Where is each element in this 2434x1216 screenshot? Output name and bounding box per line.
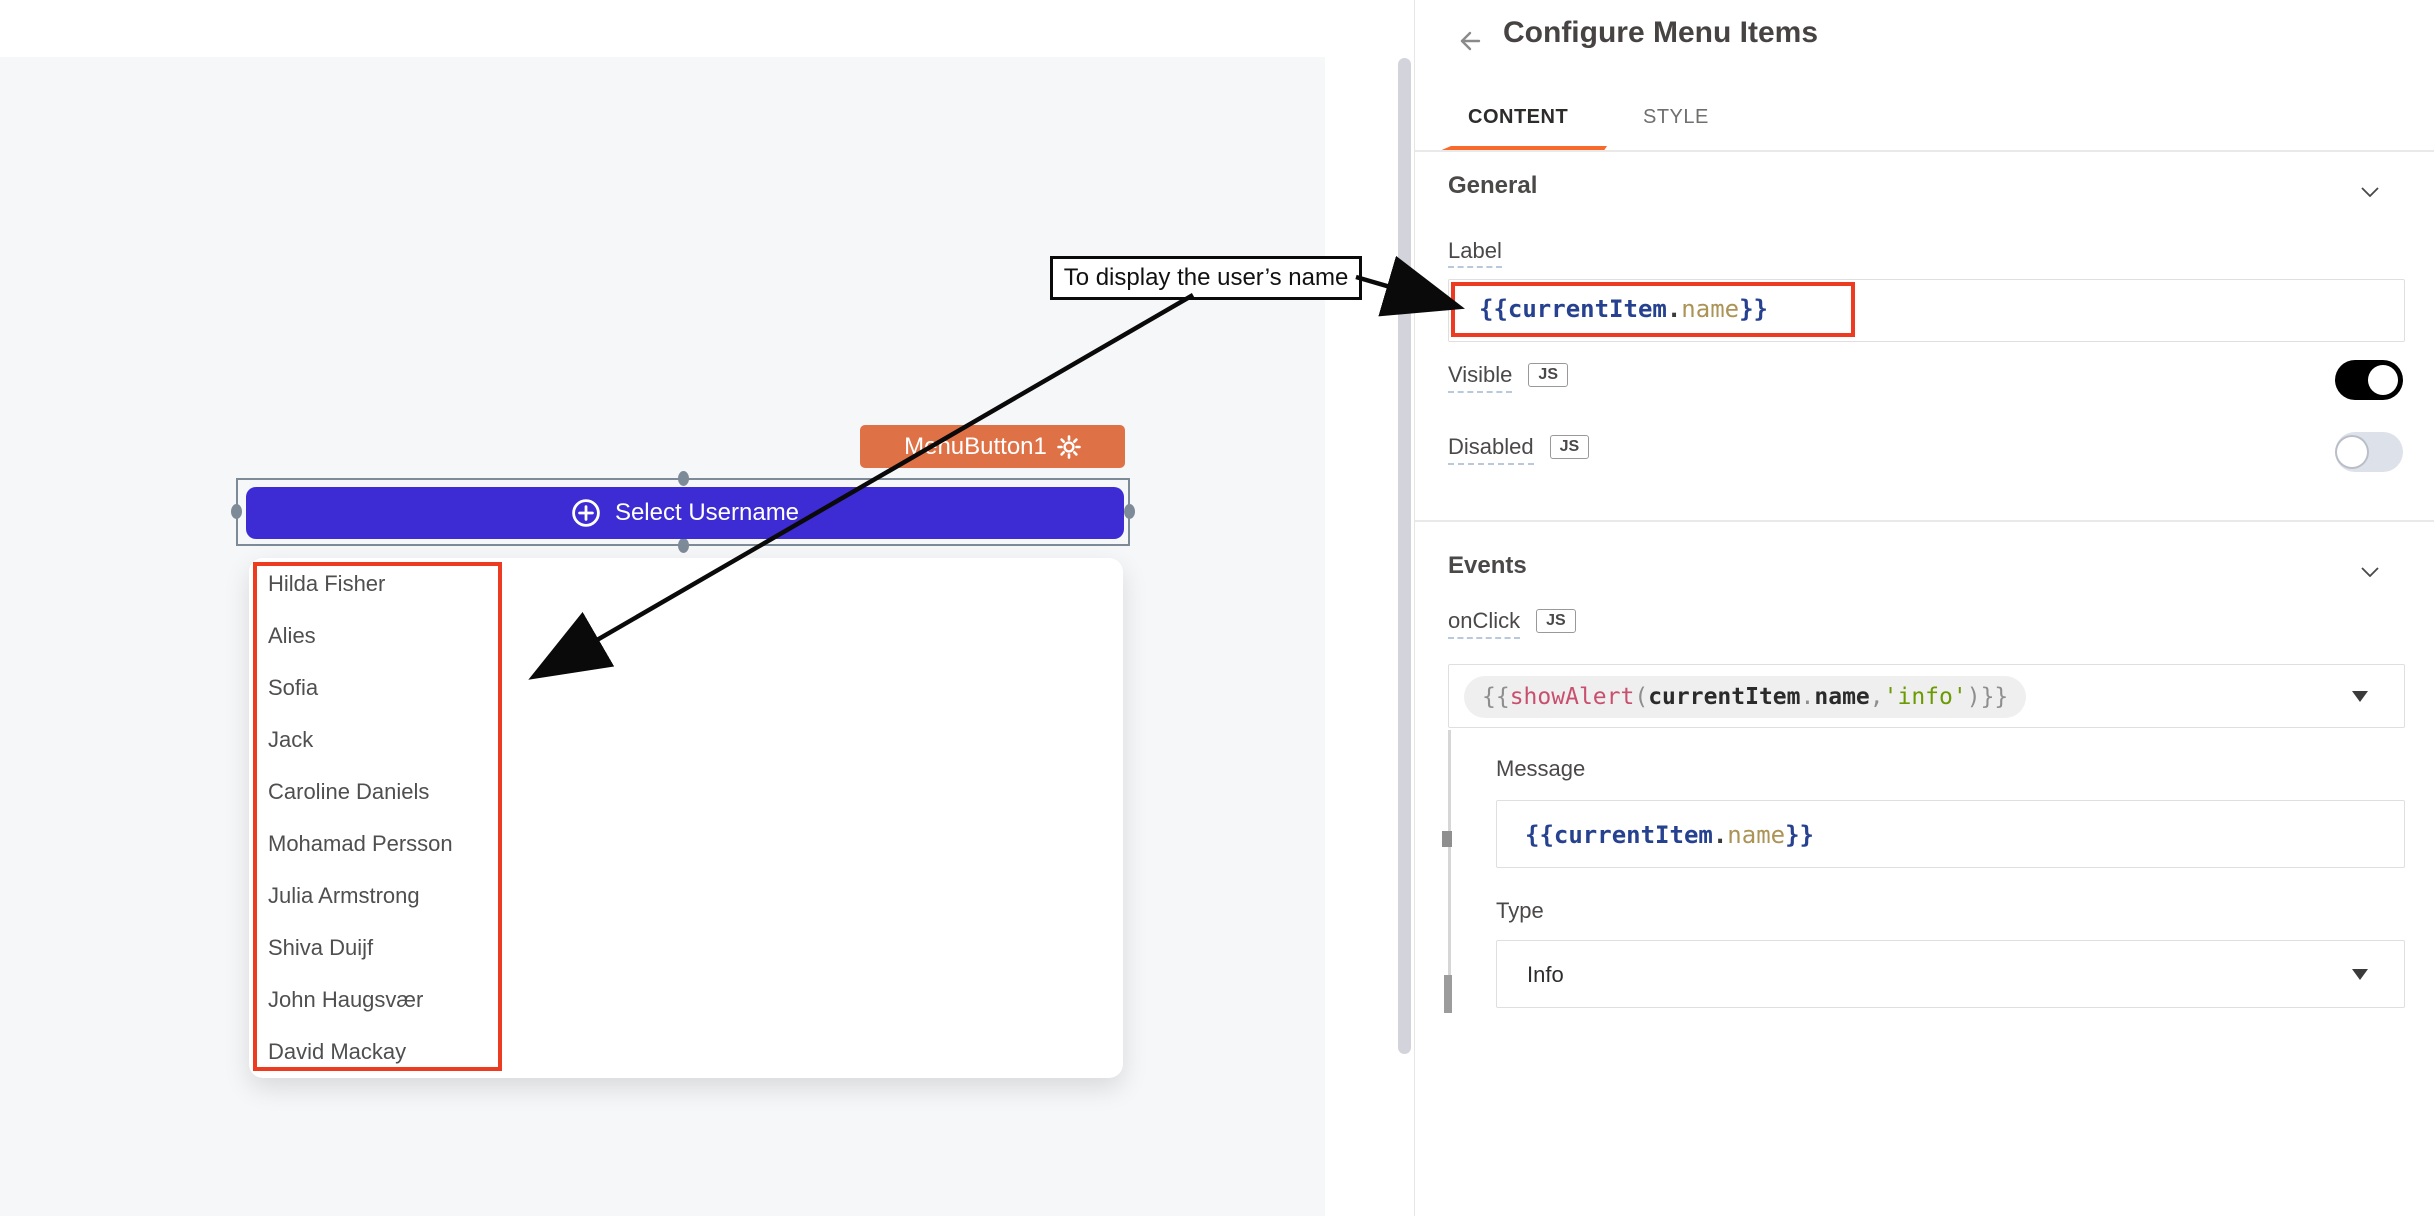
menu-button-label: Select Username (615, 499, 799, 527)
disabled-label: Disabled (1448, 434, 1534, 465)
label-field-caption: Label (1448, 238, 1502, 264)
menu-item[interactable]: Jack (268, 714, 498, 766)
dropdown-caret-icon (2352, 691, 2368, 702)
menu-dropdown-panel: Hilda Fisher Alies Sofia Jack Caroline D… (249, 558, 1123, 1078)
disabled-switch[interactable] (2335, 432, 2403, 472)
visible-row: Visible JS (1448, 362, 1568, 393)
menu-item[interactable]: Caroline Daniels (268, 766, 498, 818)
disabled-row: Disabled JS (1448, 434, 1589, 465)
plus-circle-icon (571, 498, 601, 528)
menu-item[interactable]: John Haugsvær (268, 974, 498, 1026)
menu-item[interactable]: Sofia (268, 662, 498, 714)
widget-name-badge[interactable]: MenuButton1 (860, 425, 1125, 468)
menu-item[interactable]: Hilda Fisher (268, 558, 498, 610)
chevron-down-icon[interactable] (2361, 184, 2379, 194)
menu-item[interactable]: David Mackay (268, 1026, 498, 1078)
onclick-js-toggle[interactable]: JS (1536, 609, 1576, 633)
type-label: Type (1496, 898, 1544, 924)
gear-icon[interactable] (1057, 435, 1081, 459)
visible-js-toggle[interactable]: JS (1528, 363, 1568, 387)
menu-item[interactable]: Shiva Duijf (268, 922, 498, 974)
visible-switch[interactable] (2335, 360, 2403, 400)
indent-handle (1442, 831, 1452, 847)
disabled-js-toggle[interactable]: JS (1550, 435, 1590, 459)
back-arrow-icon (1453, 25, 1485, 57)
onclick-action-value: {{showAlert(currentItem.name,'info')}} (1464, 676, 2026, 718)
back-button[interactable] (1449, 22, 1489, 60)
indent-handle (1444, 975, 1452, 1013)
onclick-action-select[interactable]: {{showAlert(currentItem.name,'info')}} (1448, 664, 2405, 728)
message-input[interactable]: {{currentItem.name}} (1496, 800, 2405, 868)
message-label: Message (1496, 756, 1585, 782)
section-general: General (1448, 172, 1537, 200)
select-username-button[interactable]: Select Username (246, 487, 1124, 539)
tab-style[interactable]: STYLE (1643, 106, 1709, 129)
resize-handle-bottom[interactable] (678, 538, 689, 553)
type-value: Info (1527, 941, 1564, 1009)
menu-item[interactable]: Mohamad Persson (268, 818, 498, 870)
annotation-text: To display the user’s name (1064, 264, 1349, 292)
tabs-divider (1415, 150, 2434, 152)
panel-title: Configure Menu Items (1503, 16, 1818, 50)
visible-label: Visible (1448, 362, 1512, 393)
type-select[interactable]: Info (1496, 940, 2405, 1008)
resize-handle-left[interactable] (231, 504, 242, 519)
widget-name-label: MenuButton1 (904, 433, 1047, 461)
annotation-box: To display the user’s name (1050, 256, 1362, 300)
menu-item[interactable]: Julia Armstrong (268, 870, 498, 922)
property-panel: Configure Menu Items CONTENT STYLE Gener… (1414, 0, 2434, 1216)
resize-handle-right[interactable] (1124, 504, 1135, 519)
switch-knob (2368, 365, 2398, 395)
resize-handle-top[interactable] (678, 471, 689, 486)
tab-content[interactable]: CONTENT (1468, 106, 1568, 129)
onclick-label: onClick (1448, 608, 1520, 639)
label-input[interactable]: {{currentItem.name}} (1448, 279, 2405, 342)
dropdown-caret-icon (2352, 969, 2368, 980)
menu-item-list: Hilda Fisher Alies Sofia Jack Caroline D… (268, 558, 498, 1078)
section-divider (1415, 520, 2434, 522)
section-events: Events (1448, 552, 1527, 580)
nested-indent-line (1448, 730, 1451, 1012)
message-code-value: {{currentItem.name}} (1525, 801, 1814, 869)
app-screen: MenuButton1 Select Us (0, 0, 2434, 1216)
label-code-value: {{currentItem.name}} (1479, 280, 1768, 339)
onclick-row: onClick JS (1448, 608, 1576, 639)
switch-knob (2337, 437, 2367, 467)
chevron-down-icon[interactable] (2361, 564, 2379, 574)
menu-item[interactable]: Alies (268, 610, 498, 662)
panel-scrollbar[interactable] (1398, 58, 1411, 1054)
